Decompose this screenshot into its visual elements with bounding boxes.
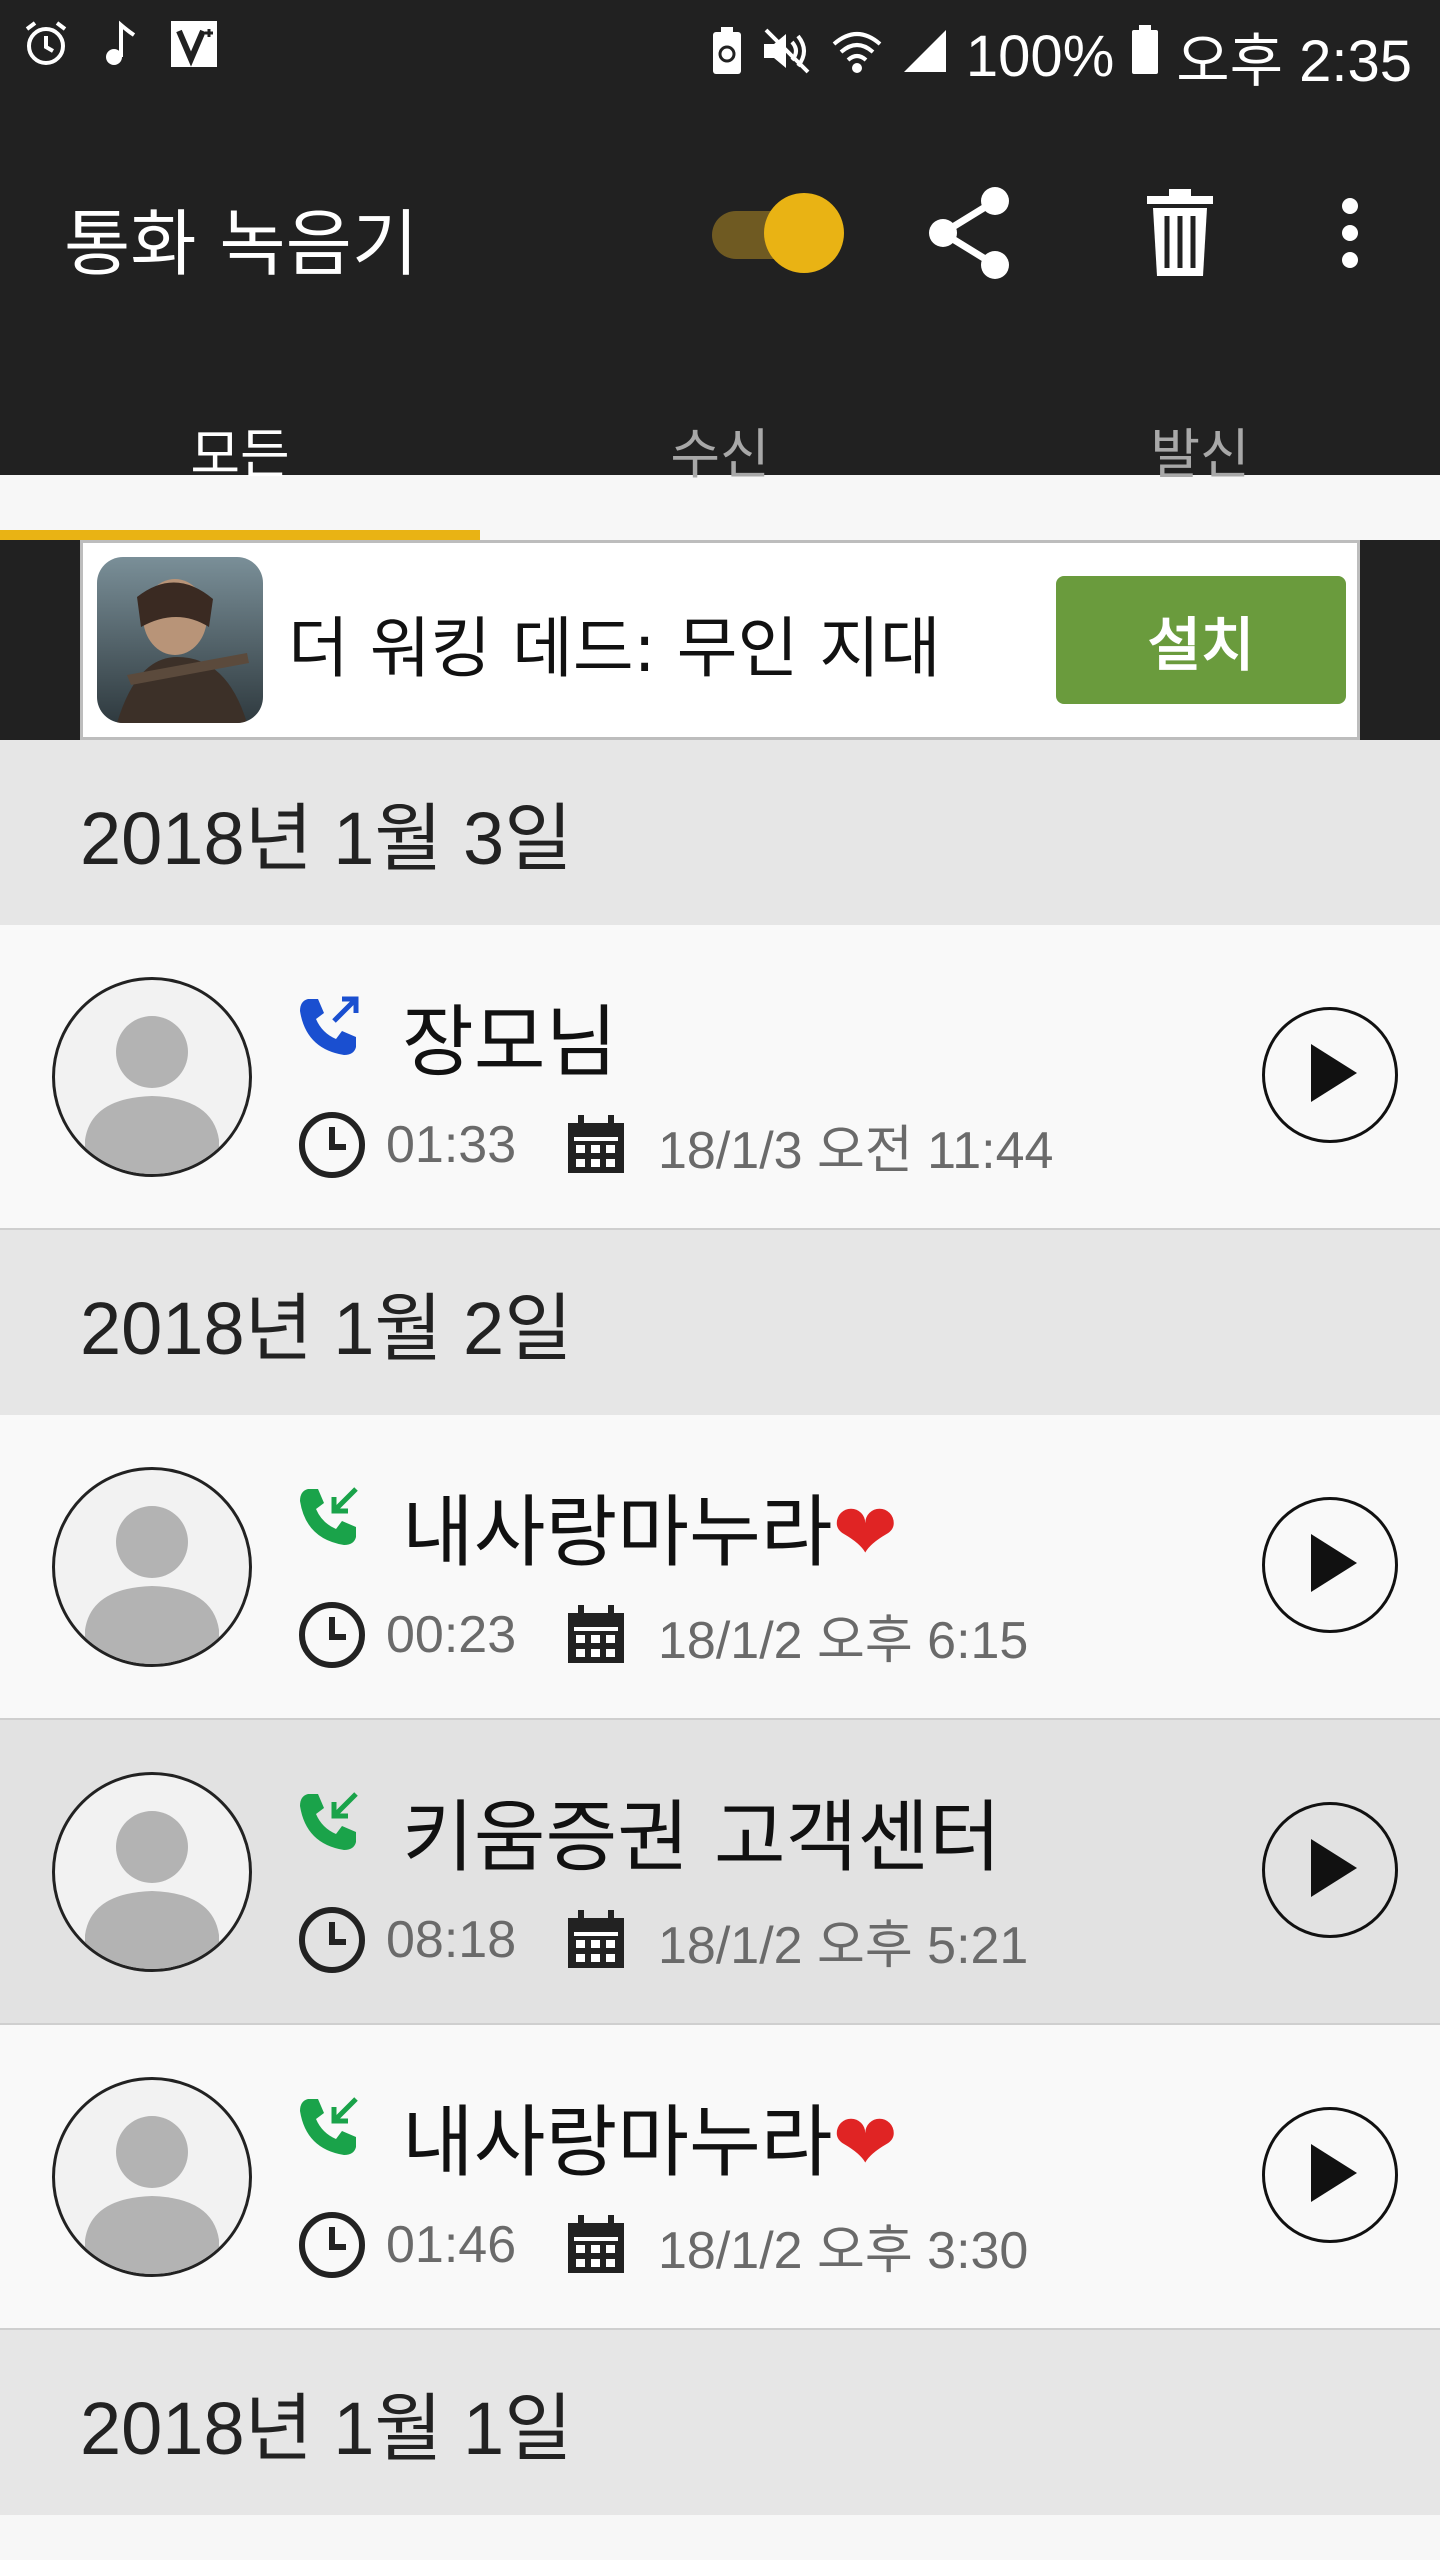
call-datetime: 18/1/3 오전 11:44 (658, 1121, 1054, 1180)
recording-toggle[interactable] (712, 193, 844, 273)
incoming-call-icon (296, 1788, 362, 1854)
clock-icon (296, 1599, 368, 1671)
date-header: 2018년 1월 3일 (0, 740, 1440, 925)
contact-name: 내사랑마누라❤ (402, 1470, 898, 1582)
avatar (52, 1467, 252, 1667)
call-datetime: 18/1/2 오후 6:15 (658, 1611, 1029, 1670)
tab-outgoing[interactable]: 발신 (960, 330, 1440, 540)
call-duration: 01:33 (386, 1116, 517, 1174)
contact-name-text: 내사랑마누라 (402, 2098, 833, 2188)
ad-game-icon[interactable] (97, 557, 263, 723)
contact-name: 장모님 (402, 980, 617, 1092)
heart-icon: ❤ (832, 2098, 898, 2188)
play-icon (1295, 1528, 1365, 1602)
active-tab-indicator (0, 530, 480, 540)
tab-incoming[interactable]: 수신 (480, 330, 960, 540)
delete-button[interactable] (1130, 185, 1230, 285)
heart-icon: ❤ (832, 1488, 898, 1578)
more-vert-icon (1338, 198, 1362, 272)
contact-name-text: 장모님 (402, 998, 618, 1088)
battery-saver-icon (710, 22, 744, 90)
music-note-icon (94, 18, 146, 70)
trash-icon (1145, 188, 1215, 282)
call-meta: 01:46 18/1/2 오후 3:30 (296, 2205, 1028, 2285)
avatar (52, 977, 252, 1177)
tab-all-label: 모든 (190, 423, 290, 486)
play-icon (1295, 2138, 1365, 2212)
play-icon (1295, 1833, 1365, 1907)
clock-icon (296, 1109, 368, 1181)
contact-name-text: 내사랑마누라 (402, 1488, 833, 1578)
battery-percent: 100% (965, 23, 1115, 89)
app-title: 통화 녹음기 (64, 202, 419, 286)
tab-all[interactable]: 모든 (0, 330, 480, 540)
play-button[interactable] (1262, 1007, 1398, 1143)
wifi-icon (830, 22, 884, 90)
call-meta: 01:33 18/1/3 오전 11:44 (296, 1105, 1053, 1185)
call-row[interactable]: 내사랑마누라❤ 00:23 18/1/2 오후 6:15 (0, 1415, 1440, 1720)
calendar-icon (560, 1109, 632, 1181)
calendar-icon (560, 1599, 632, 1671)
signal-icon (900, 22, 950, 90)
tab-incoming-label: 수신 (670, 423, 770, 486)
call-datetime: 18/1/2 오후 5:21 (658, 1916, 1029, 1975)
call-duration: 00:23 (386, 1606, 517, 1664)
v3-app-icon (168, 18, 220, 70)
more-options-button[interactable] (1300, 185, 1400, 285)
clock: 오후 2:35 (1176, 29, 1412, 94)
incoming-call-icon (296, 1483, 362, 1549)
ad-install-button[interactable]: 설치 (1056, 576, 1346, 704)
play-button[interactable] (1262, 1802, 1398, 1938)
calendar-icon (560, 2209, 632, 2281)
play-button[interactable] (1262, 2107, 1398, 2243)
ad-title: 더 워킹 데드: 무인 지대 (288, 610, 941, 687)
clock-icon (296, 2209, 368, 2281)
mute-icon (760, 22, 814, 90)
ad-banner[interactable]: 더 워킹 데드: 무인 지대 설치 (80, 540, 1360, 740)
contact-name-text: 키움증권 고객센터 (402, 1793, 1001, 1883)
clock-icon (296, 1904, 368, 1976)
contact-name: 내사랑마누라❤ (402, 2080, 898, 2192)
share-icon (925, 185, 1015, 285)
call-list: 2018년 1월 3일 장모님 01:33 18/1/3 오전 11:44 20… (0, 740, 1440, 2515)
call-row[interactable]: 내사랑마누라❤ 01:46 18/1/2 오후 3:30 (0, 2025, 1440, 2330)
date-header: 2018년 1월 2일 (0, 1230, 1440, 1415)
call-row[interactable]: 키움증권 고객센터 08:18 18/1/2 오후 5:21 (0, 1720, 1440, 2025)
play-button[interactable] (1262, 1497, 1398, 1633)
share-button[interactable] (920, 185, 1020, 285)
toggle-knob (764, 193, 844, 273)
call-duration: 08:18 (386, 1911, 517, 1969)
alarm-icon (20, 18, 72, 70)
outgoing-call-icon (296, 993, 362, 1059)
date-header: 2018년 1월 1일 (0, 2330, 1440, 2515)
status-bar: 100% 오후 2:35 (0, 0, 1440, 105)
call-duration: 01:46 (386, 2216, 517, 2274)
calendar-icon (560, 1904, 632, 1976)
call-meta: 00:23 18/1/2 오후 6:15 (296, 1595, 1028, 1675)
avatar (52, 1772, 252, 1972)
call-row[interactable]: 장모님 01:33 18/1/3 오전 11:44 (0, 925, 1440, 1230)
filter-tabs: 모든 수신 발신 (0, 330, 1440, 540)
call-meta: 08:18 18/1/2 오후 5:21 (296, 1900, 1028, 1980)
status-right: 100% 오후 2:35 (710, 14, 1412, 98)
play-icon (1295, 1038, 1365, 1112)
tab-outgoing-label: 발신 (1150, 423, 1250, 486)
battery-icon (1130, 22, 1160, 90)
status-left-icons (20, 18, 220, 70)
call-datetime: 18/1/2 오후 3:30 (658, 2221, 1029, 2280)
incoming-call-icon (296, 2093, 362, 2159)
avatar (52, 2077, 252, 2277)
contact-name: 키움증권 고객센터 (402, 1775, 1001, 1887)
